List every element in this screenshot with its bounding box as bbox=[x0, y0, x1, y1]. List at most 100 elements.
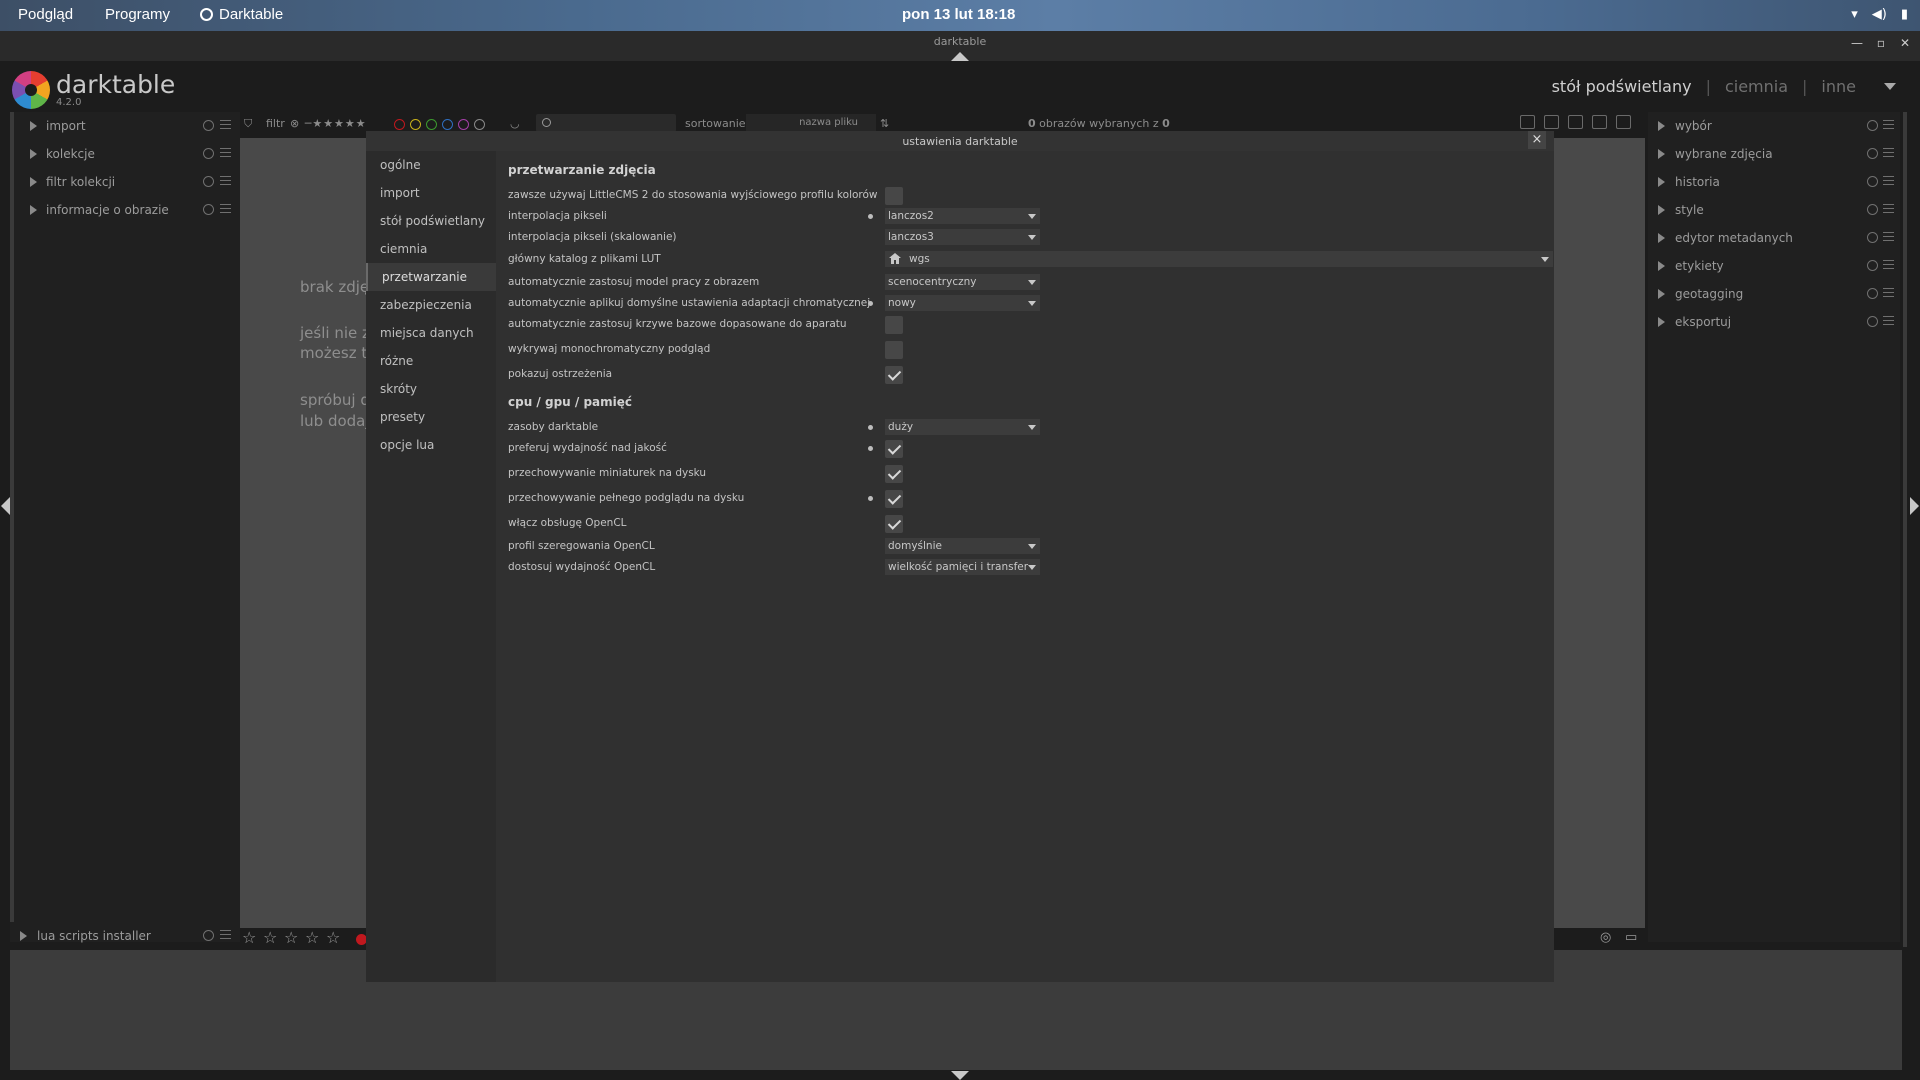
reset-icon[interactable] bbox=[1867, 288, 1878, 299]
right-module-select[interactable]: wybór bbox=[1648, 112, 1894, 140]
gear-icon[interactable] bbox=[1616, 115, 1631, 129]
star-rating-icon[interactable]: ☆ bbox=[305, 928, 319, 947]
pixel-interpolation-select[interactable]: lanczos2 bbox=[885, 208, 1040, 224]
nav-general[interactable]: ogólne bbox=[366, 151, 496, 179]
right-module-styles[interactable]: style bbox=[1648, 196, 1894, 224]
presets-icon[interactable] bbox=[1883, 204, 1894, 213]
nav-lua-options[interactable]: opcje lua bbox=[366, 431, 496, 459]
nav-miscellaneous[interactable]: różne bbox=[366, 347, 496, 375]
reset-icon[interactable] bbox=[1867, 120, 1878, 131]
littlecms-checkbox[interactable] bbox=[885, 187, 903, 205]
reset-icon[interactable] bbox=[203, 176, 214, 187]
view-menu[interactable]: Podgląd bbox=[18, 6, 73, 23]
views-dropdown-icon[interactable] bbox=[1884, 83, 1896, 90]
minimize-icon[interactable]: — bbox=[1846, 33, 1868, 53]
shortcuts-icon[interactable] bbox=[1592, 115, 1607, 129]
clock[interactable]: pon 13 lut 18:18 bbox=[902, 6, 1015, 23]
reset-icon[interactable] bbox=[1867, 260, 1878, 271]
presets-icon[interactable] bbox=[1883, 176, 1894, 185]
reset-icon[interactable] bbox=[1867, 204, 1878, 215]
color-label-green[interactable] bbox=[426, 118, 437, 130]
star-rating-icon[interactable]: ☆ bbox=[284, 928, 298, 947]
color-label-gray[interactable] bbox=[474, 118, 485, 130]
view-lighttable[interactable]: stół podświetlany bbox=[1552, 77, 1692, 96]
grouping-icon[interactable] bbox=[1520, 115, 1535, 129]
star-rating-icon[interactable]: ☆ bbox=[326, 928, 340, 947]
left-panel-toggle-icon[interactable] bbox=[1, 497, 10, 515]
left-scrollbar[interactable] bbox=[10, 112, 14, 922]
nav-import[interactable]: import bbox=[366, 179, 496, 207]
right-module-export[interactable]: eksportuj bbox=[1648, 308, 1894, 336]
close-window-icon[interactable]: ✕ bbox=[1894, 33, 1916, 53]
reset-icon[interactable] bbox=[1867, 176, 1878, 187]
opencl-tuning-select[interactable]: wielkość pamięci i transfer bbox=[885, 559, 1040, 575]
presets-icon[interactable] bbox=[220, 930, 231, 939]
presets-icon[interactable] bbox=[1883, 120, 1894, 129]
opencl-scheduling-select[interactable]: domyślnie bbox=[885, 538, 1040, 554]
rating-filter[interactable]: ⊗ ─★★★★★ bbox=[290, 117, 367, 130]
workflow-select[interactable]: scenocentryczny bbox=[885, 274, 1040, 290]
dialog-close-button[interactable]: × bbox=[1528, 131, 1546, 149]
prefer-performance-checkbox[interactable] bbox=[885, 440, 903, 458]
sort-select[interactable]: nazwa pliku bbox=[746, 114, 876, 132]
enable-opencl-checkbox[interactable] bbox=[885, 515, 903, 533]
reset-icon[interactable] bbox=[1867, 316, 1878, 327]
presets-icon[interactable] bbox=[1883, 232, 1894, 241]
view-darkroom[interactable]: ciemnia bbox=[1725, 77, 1788, 96]
display-profile-icon[interactable]: ▭ bbox=[1625, 930, 1637, 945]
reset-icon[interactable] bbox=[203, 204, 214, 215]
right-module-metadata-editor[interactable]: edytor metadanych bbox=[1648, 224, 1894, 252]
thumbnail-cache-checkbox[interactable] bbox=[885, 465, 903, 483]
reset-icon[interactable] bbox=[203, 930, 214, 941]
volume-icon[interactable]: ◀) bbox=[1872, 7, 1887, 22]
left-module-collections[interactable]: kolekcje bbox=[10, 140, 240, 168]
color-label-blue[interactable] bbox=[442, 118, 453, 130]
presets-icon[interactable] bbox=[1883, 148, 1894, 157]
darktable-resources-select[interactable]: duży bbox=[885, 419, 1040, 435]
help-icon[interactable] bbox=[1568, 115, 1583, 129]
star-rating-icon[interactable]: ☆ bbox=[242, 928, 256, 947]
presets-icon[interactable] bbox=[1883, 260, 1894, 269]
left-module-collection-filters[interactable]: filtr kolekcji bbox=[10, 168, 240, 196]
right-module-history[interactable]: historia bbox=[1648, 168, 1894, 196]
base-curves-checkbox[interactable] bbox=[885, 316, 903, 334]
nav-shortcuts[interactable]: skróty bbox=[366, 375, 496, 403]
color-label-filter[interactable] bbox=[394, 117, 490, 130]
nav-lighttable[interactable]: stół podświetlany bbox=[366, 207, 496, 235]
reset-icon[interactable] bbox=[1867, 148, 1878, 159]
chromatic-adaptation-select[interactable]: nowy bbox=[885, 295, 1040, 311]
presets-icon[interactable] bbox=[220, 204, 231, 213]
nav-presets[interactable]: presety bbox=[366, 403, 496, 431]
search-input[interactable] bbox=[536, 114, 676, 132]
color-operator-icon[interactable]: ◡ bbox=[510, 117, 520, 130]
view-other[interactable]: inne bbox=[1821, 77, 1856, 96]
reset-icon[interactable] bbox=[1867, 232, 1878, 243]
presets-icon[interactable] bbox=[1883, 288, 1894, 297]
monochrome-detection-checkbox[interactable] bbox=[885, 341, 903, 359]
show-warnings-checkbox[interactable] bbox=[885, 366, 903, 384]
presets-icon[interactable] bbox=[220, 148, 231, 157]
color-label-red[interactable] bbox=[394, 118, 405, 130]
right-panel-toggle-icon[interactable] bbox=[1910, 497, 1919, 515]
color-label-yellow[interactable] bbox=[410, 118, 421, 130]
lut-directory-select[interactable]: wgs bbox=[885, 251, 1553, 267]
reset-icon[interactable] bbox=[203, 148, 214, 159]
left-module-image-information[interactable]: informacje o obrazie bbox=[10, 196, 240, 224]
color-label-purple[interactable] bbox=[458, 118, 469, 130]
filter-icon[interactable]: ⛉ bbox=[244, 117, 252, 131]
focus-peaking-icon[interactable]: ◎ bbox=[1600, 930, 1611, 945]
star-rating-icon[interactable]: ☆ bbox=[263, 928, 277, 947]
nav-storage[interactable]: miejsca danych bbox=[366, 319, 496, 347]
presets-icon[interactable] bbox=[220, 176, 231, 185]
apps-menu[interactable]: Programy bbox=[105, 6, 170, 23]
system-tray[interactable]: ▾ ◀) ▮ bbox=[1851, 7, 1908, 22]
left-module-import[interactable]: import bbox=[10, 112, 240, 140]
pixel-interpolation-scaling-select[interactable]: lanczos3 bbox=[885, 229, 1040, 245]
battery-icon[interactable]: ▮ bbox=[1901, 7, 1908, 22]
nav-processing[interactable]: przetwarzanie bbox=[366, 263, 496, 291]
reset-icon[interactable] bbox=[203, 120, 214, 131]
nav-darkroom[interactable]: ciemnia bbox=[366, 235, 496, 263]
right-module-selected-images[interactable]: wybrane zdjęcia bbox=[1648, 140, 1894, 168]
full-preview-cache-checkbox[interactable] bbox=[885, 490, 903, 508]
star-overlay-icon[interactable] bbox=[1544, 115, 1559, 129]
